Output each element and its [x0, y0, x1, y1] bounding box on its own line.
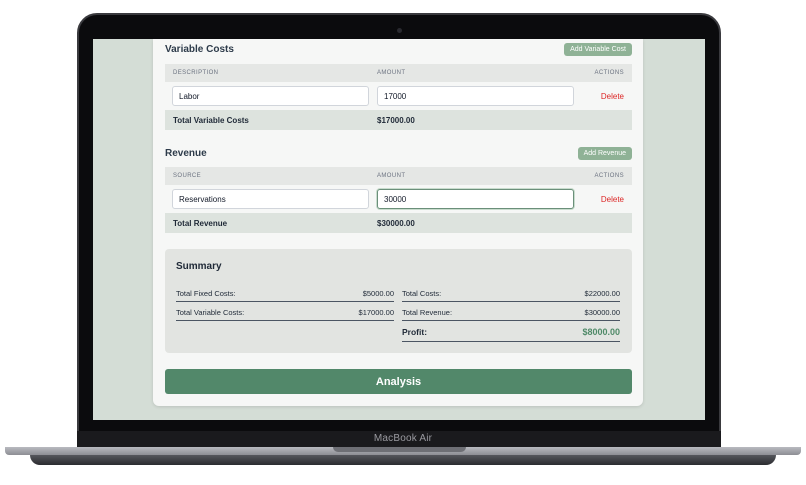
- table-header: DESCRIPTION AMOUNT ACTIONS: [165, 64, 632, 82]
- column-header-source: SOURCE: [173, 173, 202, 179]
- total-variable-costs-value: $17000.00: [377, 115, 415, 125]
- column-header-actions: ACTIONS: [594, 173, 624, 179]
- amount-input[interactable]: 17000: [377, 86, 574, 106]
- summary-total-variable-costs: Total Variable Costs: $17000.00: [176, 304, 394, 321]
- delete-button[interactable]: Delete: [574, 92, 632, 101]
- summary-profit: Profit: $8000.00: [402, 323, 620, 342]
- column-header-amount: AMOUNT: [377, 173, 406, 179]
- table-header: SOURCE AMOUNT ACTIONS: [165, 167, 632, 185]
- app-screen: Variable Costs Add Variable Cost DESCRIP…: [93, 39, 705, 420]
- summary-label: Total Revenue:: [402, 307, 453, 317]
- total-variable-costs-label: Total Variable Costs: [173, 115, 249, 125]
- summary-value: $17000.00: [358, 307, 394, 317]
- revenue-header: Revenue Add Revenue: [165, 143, 632, 163]
- revenue-total-row: Total Revenue $30000.00: [165, 213, 632, 233]
- delete-button[interactable]: Delete: [574, 195, 632, 204]
- summary-panel: Summary Total Fixed Costs: $5000.00 Tota…: [165, 249, 632, 353]
- total-revenue-label: Total Revenue: [173, 218, 228, 228]
- column-header-actions: ACTIONS: [594, 70, 624, 76]
- brand-label: MacBook Air: [373, 433, 433, 444]
- summary-label: Total Costs:: [402, 288, 442, 298]
- summary-label: Total Fixed Costs:: [176, 288, 236, 298]
- profit-value: $8000.00: [582, 327, 620, 337]
- revenue-table: SOURCE AMOUNT ACTIONS Reservations 30000…: [165, 167, 632, 233]
- camera-icon: [397, 28, 402, 33]
- table-row: Reservations 30000 Delete: [165, 185, 632, 213]
- column-header-amount: AMOUNT: [377, 70, 406, 76]
- column-header-description: DESCRIPTION: [173, 70, 219, 76]
- variable-costs-total-row: Total Variable Costs $17000.00: [165, 110, 632, 130]
- add-revenue-button[interactable]: Add Revenue: [577, 146, 632, 160]
- summary-title: Summary: [176, 261, 222, 272]
- summary-value: $30000.00: [584, 307, 620, 317]
- summary-total-revenue: Total Revenue: $30000.00: [402, 304, 620, 321]
- amount-input[interactable]: 30000: [377, 189, 574, 209]
- variable-costs-title: Variable Costs: [165, 43, 234, 55]
- variable-costs-header: Variable Costs Add Variable Cost: [165, 39, 632, 59]
- summary-total-fixed-costs: Total Fixed Costs: $5000.00: [176, 285, 394, 302]
- add-variable-cost-button[interactable]: Add Variable Cost: [564, 42, 632, 56]
- profit-label: Profit:: [402, 327, 428, 337]
- laptop-notch: [333, 447, 466, 452]
- total-revenue-value: $30000.00: [377, 218, 415, 228]
- summary-value: $22000.00: [584, 288, 620, 298]
- variable-costs-table: DESCRIPTION AMOUNT ACTIONS Labor 17000 D…: [165, 64, 632, 130]
- summary-value: $5000.00: [362, 288, 394, 298]
- table-row: Labor 17000 Delete: [165, 82, 632, 110]
- analysis-button[interactable]: Analysis: [165, 369, 632, 394]
- source-input[interactable]: Reservations: [172, 189, 369, 209]
- summary-total-costs: Total Costs: $22000.00: [402, 285, 620, 302]
- laptop-base-bottom: [30, 455, 776, 465]
- revenue-title: Revenue: [165, 147, 207, 159]
- description-input[interactable]: Labor: [172, 86, 369, 106]
- summary-label: Total Variable Costs:: [176, 307, 245, 317]
- laptop-frame: Variable Costs Add Variable Cost DESCRIP…: [0, 0, 806, 485]
- cost-form-card: Variable Costs Add Variable Cost DESCRIP…: [153, 39, 643, 406]
